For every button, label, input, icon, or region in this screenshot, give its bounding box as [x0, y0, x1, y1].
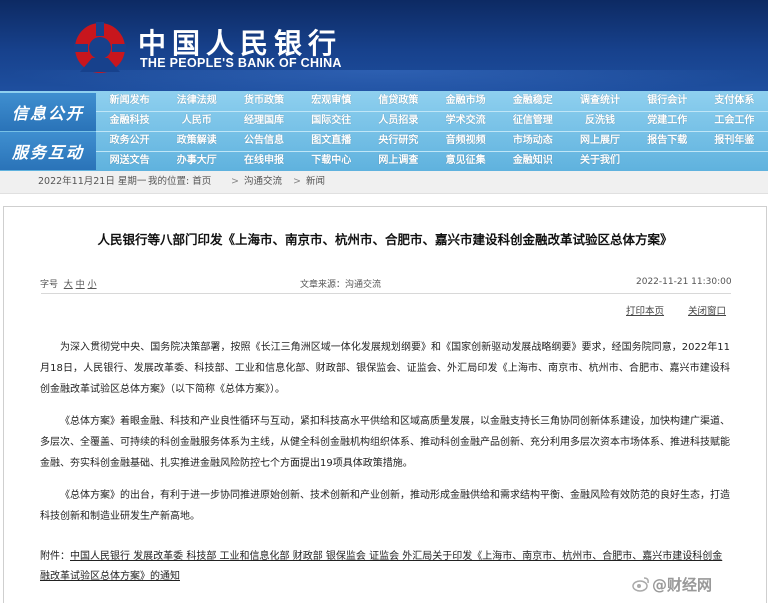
nav-item[interactable]: 金融科技 — [96, 112, 163, 130]
nav-item[interactable]: 党建工作 — [634, 112, 701, 130]
divider — [41, 293, 731, 294]
main-navigation: 信息公开 服务互动 新闻发布 法律法规 货币政策 宏观审慎 信贷政策 金融市场 … — [0, 91, 768, 171]
nav-item[interactable]: 法律法规 — [163, 92, 230, 110]
article-paragraph: 为深入贯彻党中央、国务院决策部署，按照《长江三角洲区域一体化发展规划纲要》和《国… — [40, 342, 730, 395]
nav-item[interactable]: 金融稳定 — [499, 92, 566, 110]
nav-item[interactable]: 国际交往 — [298, 112, 365, 130]
print-page-link[interactable]: 打印本页 — [626, 303, 664, 317]
breadcrumb-level1[interactable]: 沟通交流 — [244, 171, 282, 193]
article-source: 文章来源：沟通交流 — [300, 280, 382, 290]
font-size-medium[interactable]: 中 — [76, 280, 85, 290]
font-size-small[interactable]: 小 — [88, 280, 97, 290]
nav-item[interactable]: 金融知识 — [499, 152, 566, 170]
watermark: @财经网 — [652, 576, 713, 594]
article-title: 人民银行等八部门印发《上海市、南京市、杭州市、合肥市、嘉兴市建设科创金融改革试验… — [97, 232, 673, 247]
nav-item[interactable]: 图文直播 — [298, 132, 365, 150]
nav-item[interactable]: 支付体系 — [701, 92, 768, 110]
bank-logo-icon — [74, 22, 126, 73]
nav-item[interactable] — [701, 152, 768, 170]
nav-item[interactable]: 政策解读 — [163, 132, 230, 150]
nav-item[interactable]: 报告下载 — [634, 132, 701, 150]
nav-item[interactable]: 信贷政策 — [365, 92, 432, 110]
article-datetime: 2022-11-21 11:30:00 — [636, 277, 732, 287]
nav-row-1: 新闻发布 法律法规 货币政策 宏观审慎 信贷政策 金融市场 金融稳定 调查统计 … — [96, 92, 768, 110]
weibo-icon — [632, 577, 649, 592]
attachment-link[interactable]: 中国人民银行 发展改革委 科技部 工业和信息化部 财政部 银保监会 证监会 外汇… — [40, 551, 722, 582]
nav-label-service-interaction[interactable]: 服务互动 — [0, 132, 96, 170]
nav-row-2: 金融科技 人民币 经理国库 国际交往 人员招录 学术交流 征信管理 反洗钱 党建… — [96, 112, 768, 130]
nav-item[interactable]: 人员招录 — [365, 112, 432, 130]
font-size-label: 字号 — [40, 280, 59, 290]
nav-item[interactable]: 网上调查 — [365, 152, 432, 170]
nav-item[interactable]: 银行会计 — [634, 92, 701, 110]
nav-item[interactable]: 市场动态 — [499, 132, 566, 150]
nav-item[interactable] — [634, 152, 701, 170]
nav-item[interactable]: 货币政策 — [230, 92, 297, 110]
breadcrumb-separator: > — [293, 176, 301, 187]
nav-item[interactable]: 在线申报 — [230, 152, 297, 170]
breadcrumb-level2[interactable]: 新闻 — [306, 171, 325, 193]
bank-name-en: THE PEOPLE'S BANK OF CHINA — [140, 56, 342, 70]
nav-item[interactable]: 音频视频 — [432, 132, 499, 150]
nav-item[interactable]: 工会工作 — [701, 112, 768, 130]
nav-item[interactable]: 网送文告 — [96, 152, 163, 170]
nav-row-3: 政务公开 政策解读 公告信息 图文直播 央行研究 音频视频 市场动态 网上展厅 … — [96, 132, 768, 150]
nav-row-4: 网送文告 办事大厅 在线申报 下载中心 网上调查 意见征集 金融知识 关于我们 — [96, 152, 768, 170]
font-size-control: 字号 大 中 小 — [40, 277, 97, 290]
nav-item[interactable]: 关于我们 — [566, 152, 633, 170]
article-panel: 人民银行等八部门印发《上海市、南京市、杭州市、合肥市、嘉兴市建设科创金融改革试验… — [3, 206, 767, 603]
nav-item[interactable]: 下载中心 — [298, 152, 365, 170]
nav-item[interactable]: 政务公开 — [96, 132, 163, 150]
nav-item[interactable]: 人民币 — [163, 112, 230, 130]
nav-item[interactable]: 公告信息 — [230, 132, 297, 150]
breadcrumb: 2022年11月21日 星期一 我的位置: 首页 > 沟通交流 > 新闻 — [0, 171, 768, 194]
nav-item[interactable]: 调查统计 — [566, 92, 633, 110]
nav-item[interactable]: 报刊年鉴 — [701, 132, 768, 150]
nav-item[interactable]: 金融市场 — [432, 92, 499, 110]
attachment: 附件：中国人民银行 发展改革委 科技部 工业和信息化部 财政部 银保监会 证监会… — [40, 547, 730, 587]
attachment-label: 附件： — [40, 551, 70, 562]
nav-item[interactable]: 反洗钱 — [566, 112, 633, 130]
nav-item[interactable]: 学术交流 — [432, 112, 499, 130]
site-header: 中国人民银行 THE PEOPLE'S BANK OF CHINA — [0, 0, 768, 91]
nav-item[interactable]: 新闻发布 — [96, 92, 163, 110]
article-paragraph: 《总体方案》着眼金融、科技和产业良性循环与互动，紧扣科技高水平供给和区域高质量发… — [40, 416, 730, 469]
nav-item[interactable]: 征信管理 — [499, 112, 566, 130]
nav-label-info-disclosure[interactable]: 信息公开 — [0, 93, 96, 131]
nav-item[interactable]: 经理国库 — [230, 112, 297, 130]
nav-item[interactable]: 办事大厅 — [163, 152, 230, 170]
nav-item[interactable]: 央行研究 — [365, 132, 432, 150]
current-date: 2022年11月21日 星期一 — [38, 176, 147, 187]
font-size-large[interactable]: 大 — [64, 280, 73, 290]
breadcrumb-separator: > — [231, 176, 239, 187]
nav-item[interactable]: 宏观审慎 — [298, 92, 365, 110]
close-window-link[interactable]: 关闭窗口 — [688, 303, 726, 317]
nav-item[interactable]: 网上展厅 — [566, 132, 633, 150]
article-paragraph: 《总体方案》的出台，有利于进一步协同推进原始创新、技术创新和产业创新，推动形成金… — [40, 490, 730, 522]
breadcrumb-home[interactable]: 我的位置: 首页 — [148, 171, 211, 193]
nav-item[interactable]: 意见征集 — [432, 152, 499, 170]
